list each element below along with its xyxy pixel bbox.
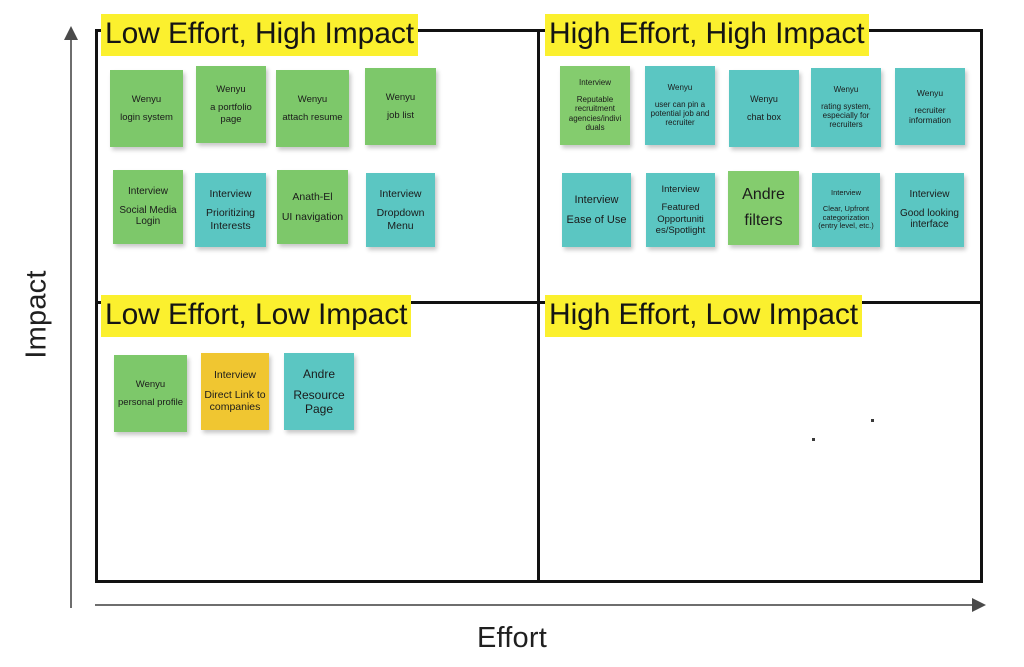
sticky-note-author: Wenyu [385,91,416,103]
sticky-note-author: Interview [213,369,256,382]
sticky-note[interactable]: Wenyu recruiter information [895,68,965,145]
sticky-note-author: Interview [574,193,619,206]
sticky-note-author: Interview [379,187,422,200]
sticky-note-body: attach resume [282,112,343,123]
x-axis-label: Effort [477,622,547,654]
sticky-note[interactable]: Interview Dropdown Menu [366,173,435,247]
sticky-note-body: Clear, Upfront categorization (entry lev… [818,203,874,231]
sticky-note-author: Andre [742,185,785,203]
sticky-note[interactable]: Andre filters [728,171,799,245]
sticky-note[interactable]: Wenyu user can pin a potential job and re… [645,66,715,145]
effort-impact-matrix-canvas: Impact Effort Low Effort, High Impact Hi… [0,0,1024,667]
sticky-note-body: Prioritizing Interests [205,207,255,232]
quadrant-title-high-effort-high-impact: High Effort, High Impact [545,14,869,56]
sticky-note-body: a portfolio page [210,102,252,125]
sticky-note[interactable]: Wenyu a portfolio page [196,66,266,143]
sticky-note-body: user can pin a potential job and recruit… [650,99,710,128]
sticky-note-body: UI navigation [281,210,344,223]
sticky-note-body: chat box [746,112,782,122]
sticky-note-body: Featured Opportuniti es/Spotlight [655,202,706,236]
sticky-note-author: Wenyu [297,93,328,105]
sticky-note-author: Wenyu [131,93,162,105]
sticky-note[interactable]: Interview Featured Opportuniti es/Spotlig… [646,173,715,247]
x-axis-line [95,604,975,606]
sticky-note[interactable]: Andre Resource Page [284,353,354,430]
sticky-note-body: filters [744,211,783,229]
y-axis-label: Impact [20,270,53,359]
sticky-note[interactable]: Wenyu attach resume [276,70,349,147]
sticky-note[interactable]: Interview Good looking interface [895,173,964,247]
quadrant-title-low-effort-low-impact: Low Effort, Low Impact [101,295,412,337]
sticky-note-author: Interview [661,184,700,196]
sticky-note-body: login system [120,112,173,123]
sticky-note[interactable]: Wenyu rating system, especially for recru… [811,68,881,147]
sticky-note[interactable]: Anath-El UI navigation [277,170,348,244]
stray-dot [812,438,815,441]
sticky-note-author: Wenyu [750,94,778,105]
sticky-note-author: Interview [909,188,950,200]
sticky-note-author: Andre [302,366,336,381]
sticky-note-body: Ease of Use [566,213,627,226]
sticky-note-author: Interview [830,187,861,197]
sticky-note-author: Wenyu [916,87,944,98]
sticky-note-author: Wenyu [216,84,246,96]
sticky-note-author: Interview [209,187,252,200]
sticky-note-body: personal profile [118,397,183,408]
sticky-note[interactable]: Interview Prioritizing Interests [195,173,266,247]
sticky-note[interactable]: Interview Ease of Use [562,173,631,247]
sticky-note-body: Reputable recruitment agencies/indivi du… [568,94,622,133]
stray-dot [871,419,874,422]
sticky-note[interactable]: Interview Direct Link to companies [201,353,269,430]
sticky-note-body: job list [387,110,414,121]
sticky-note-author: Anath-El [292,191,333,204]
sticky-note[interactable]: Wenyu personal profile [114,355,187,432]
sticky-note-body: rating system, especially for recruiters [821,101,871,130]
sticky-note-body: Direct Link to companies [204,388,266,414]
sticky-note-author: Interview [127,185,168,197]
sticky-note-body: Dropdown Menu [376,207,425,232]
sticky-note-author: Wenyu [135,378,166,390]
x-axis-arrow-icon [972,598,986,612]
sticky-note-body: Resource Page [293,387,345,417]
sticky-note-author: Interview [578,78,611,88]
quadrant-title-low-effort-high-impact: Low Effort, High Impact [101,14,418,56]
matrix-vertical-divider [537,29,540,583]
sticky-note[interactable]: Interview Reputable recruitment agencies/… [560,66,630,145]
sticky-note[interactable]: Interview Social Media Login [113,170,183,244]
sticky-note[interactable]: Wenyu chat box [729,70,799,147]
sticky-note[interactable]: Wenyu job list [365,68,436,145]
sticky-note-body: Social Media Login [119,204,177,228]
y-axis-line [70,38,72,608]
sticky-note-author: Wenyu [833,85,859,95]
sticky-note[interactable]: Wenyu login system [110,70,183,147]
sticky-note-body: recruiter information [908,104,952,125]
sticky-note-author: Wenyu [667,83,693,93]
sticky-note[interactable]: Interview Clear, Upfront categorization (… [812,173,880,247]
sticky-note-body: Good looking interface [900,207,959,231]
y-axis-arrow-icon [64,26,78,40]
quadrant-title-high-effort-low-impact: High Effort, Low Impact [545,295,862,337]
